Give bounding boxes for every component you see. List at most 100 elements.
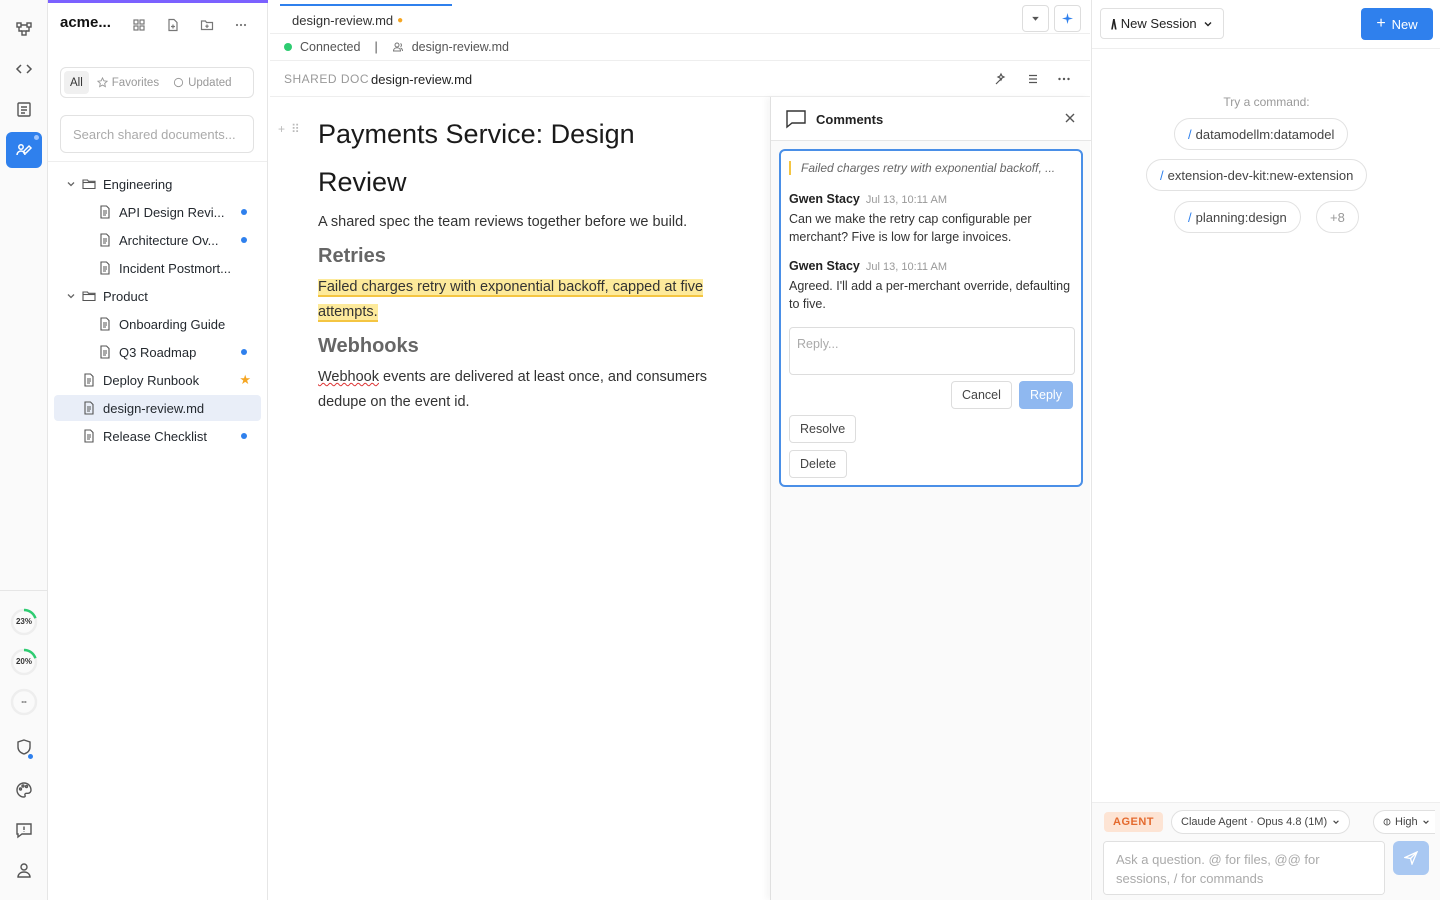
effort-label: High [1395,816,1418,828]
ask-input[interactable] [1103,841,1385,895]
clipboard-icon[interactable] [6,91,42,127]
document-content[interactable]: Payments Service: Design Review A shared… [318,110,718,415]
tabs-dropdown-button[interactable] [1022,5,1049,32]
folder-icon [82,291,96,302]
reply-button[interactable]: Reply [1019,381,1073,409]
command-chip[interactable]: / extension-dev-kit:new-extension [1146,159,1368,191]
effort-selector[interactable]: High [1373,810,1435,834]
doc-architecture-label: Architecture Ov... [119,232,219,248]
new-file-icon[interactable] [164,16,182,34]
folder-engineering-label: Engineering [103,176,173,192]
composer-area: AGENT Claude Agent · Opus 4.8 (1M) High [1092,802,1440,900]
chevron-down-icon [1333,820,1339,824]
resolve-button[interactable]: Resolve [789,415,857,443]
palette-icon[interactable] [6,772,42,808]
block-handle[interactable]: + ⠿ [278,122,300,136]
doc-architecture[interactable]: Architecture Ov... [54,227,261,253]
search-input[interactable] [60,115,254,153]
session-selector[interactable]: /\ New Session [1100,8,1224,39]
comment-thread: Failed charges retry with exponential ba… [779,149,1083,487]
usage-gauge-1-label: 23% [15,617,32,626]
more-horizontal-icon[interactable] [1055,70,1073,88]
command-chip[interactable]: / planning:design [1174,201,1301,233]
comment-message: Gwen Stacy Jul 13, 10:11 AM Agreed. I'll … [789,258,1075,313]
send-button[interactable] [1393,841,1429,875]
shield-icon[interactable] [6,729,42,765]
drag-handle-icon[interactable]: ⠿ [291,122,300,136]
command-chip-label: extension-dev-kit:new-extension [1167,167,1354,183]
add-block-icon[interactable]: + [278,122,285,136]
sparkle-icon [1062,13,1073,24]
filter-favorites[interactable]: Favorites [91,71,165,94]
doc-deploy-runbook[interactable]: Deploy Runbook ★ [54,367,261,393]
structure-icon[interactable] [6,11,42,47]
documents-sidebar: acme... All Favorites Updated Search sha… [48,0,268,900]
reply-input[interactable] [789,327,1075,375]
comment-author: Gwen Stacy [789,259,860,273]
close-icon[interactable] [1063,111,1077,125]
filter-updated-label: Updated [188,76,232,89]
more-options-icon[interactable] [232,16,250,34]
doc-api-design-label: API Design Revi... [119,204,225,220]
doc-release-checklist[interactable]: Release Checklist [54,423,261,449]
code-icon[interactable] [6,51,42,87]
doc-incident[interactable]: Incident Postmort... [54,255,261,281]
chevron-down-icon [1422,820,1429,824]
comments-panel: Comments Failed charges retry with expon… [770,97,1091,900]
folder-engineering[interactable]: Engineering [54,171,261,197]
spellcheck-word[interactable]: Webhook [318,369,379,385]
doc-design-review[interactable]: design-review.md [54,395,261,421]
workspace-title: acme... [60,14,111,31]
caret-down-icon [1032,16,1039,21]
model-selector[interactable]: Claude Agent · Opus 4.8 (1M) [1171,810,1351,834]
model-label: Claude Agent · Opus 4.8 (1M) [1181,816,1328,828]
doc-roadmap[interactable]: Q3 Roadmap [54,339,261,365]
document-icon [100,233,110,247]
intro-paragraph: A shared spec the team reviews together … [318,214,688,230]
new-session-label: New [1391,16,1418,32]
folder-product[interactable]: Product [54,283,261,309]
user-icon[interactable] [6,852,42,888]
commented-highlight[interactable]: Failed charges retry with exponential ba… [318,279,704,322]
document-icon [100,345,110,359]
doc-onboarding[interactable]: Onboarding Guide [54,311,261,337]
tab-design-review[interactable]: design-review.md ● [280,4,452,34]
agent-panel: /\ New Session + New Try a command: / dat… [1091,0,1440,900]
comment-body: Agreed. I'll add a per-merchant override… [789,279,1071,311]
comment-time: Jul 13, 10:11 AM [865,261,947,273]
outline-list-icon[interactable] [1024,70,1042,88]
slash-glyph: / [1188,209,1192,225]
sparkle-button[interactable] [1054,5,1081,32]
chevron-down-icon [67,294,75,299]
more-commands-chip[interactable]: +8 [1316,201,1359,233]
doc-api-design[interactable]: API Design Revi... [54,199,261,225]
filter-favorites-label: Favorites [111,76,160,89]
command-chip[interactable]: / datamodellm:datamodel [1174,118,1349,150]
shared-docs-icon[interactable] [6,132,42,168]
doc-incident-label: Incident Postmort... [119,260,231,276]
modified-indicator: ● [397,14,404,26]
activity-rail: 23% 20% -- [0,0,48,900]
grid-icon[interactable] [130,16,148,34]
comment-author: Gwen Stacy [789,192,860,206]
comment-body: Can we make the retry cap configurable p… [789,212,1032,244]
new-folder-icon[interactable] [198,16,216,34]
star-outline-icon [96,77,108,88]
chevron-down-icon [1204,21,1212,26]
document-icon [84,401,94,415]
delete-button[interactable]: Delete [789,450,848,478]
try-command-label: Try a command: [1223,95,1310,109]
edit-sparkle-icon[interactable] [991,70,1009,88]
new-session-button[interactable]: + New [1361,8,1433,40]
feedback-icon[interactable] [6,812,42,848]
filter-all[interactable]: All [64,71,89,94]
status-separator: | [374,40,378,54]
cancel-button[interactable]: Cancel [951,381,1012,409]
usage-gauge-2-label: 20% [15,657,32,666]
session-label: New Session [1120,16,1197,31]
slash-glyph: / [1188,126,1192,142]
filter-updated[interactable]: Updated [167,71,237,94]
webhooks-paragraph: Webhook events are delivered at least on… [318,365,718,415]
doc-release-checklist-label: Release Checklist [103,428,208,444]
doc-design-review-label: design-review.md [103,400,205,416]
